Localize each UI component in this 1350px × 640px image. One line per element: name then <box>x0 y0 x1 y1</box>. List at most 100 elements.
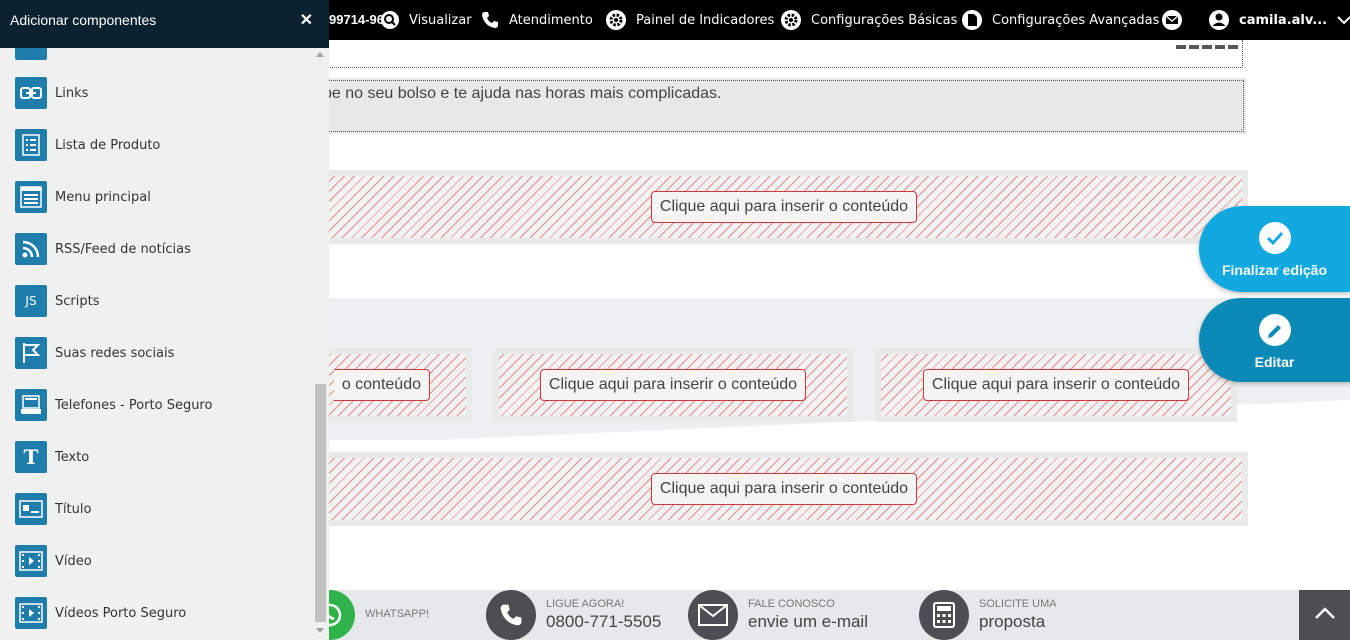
nav-visualizar[interactable]: Visualizar <box>380 0 472 40</box>
gear-icon <box>780 9 802 31</box>
link-icon <box>15 77 47 109</box>
phone-book-icon <box>15 389 47 421</box>
component-label: Telefones - Porto Seguro <box>55 397 213 413</box>
insert-content-button[interactable]: Clique aqui para inserir o conteúdo <box>539 369 807 401</box>
footer-whatsapp-title: WHATSAPP! <box>365 608 429 620</box>
chevron-down-icon <box>1337 15 1350 25</box>
user-icon <box>1208 9 1230 31</box>
placeholder-section: Clique aqui para inserir o conteúdo <box>320 452 1248 526</box>
gear-icon <box>605 9 627 31</box>
component-item-videos-porto[interactable]: Vídeos Porto Seguro <box>15 597 186 629</box>
footer-call-title: LIGUE AGORA! <box>546 598 625 610</box>
scroll-to-top-button[interactable] <box>1299 590 1350 640</box>
footer-quote-value: proposta <box>979 612 1046 631</box>
pencil-icon <box>1258 314 1291 346</box>
section-toolbar-strip <box>320 40 1243 68</box>
text-block-content: be no seu bolso e te ajuda nas horas mai… <box>322 80 1244 132</box>
component-item-text[interactable]: T Texto <box>15 441 89 473</box>
nav-label: Visualizar <box>409 12 472 28</box>
video-icon <box>15 545 47 577</box>
component-label: Menu principal <box>55 189 151 205</box>
panel-title: Adicionar componentes <box>10 12 157 28</box>
nav-label: Atendimento <box>509 12 593 28</box>
footer-quote-title: SOLICITE UMA <box>979 598 1057 610</box>
title-icon <box>15 493 47 525</box>
component-label: Vídeo <box>55 553 92 569</box>
nav-label: Painel de Indicadores <box>636 12 775 28</box>
placeholder-column: o conteúdo <box>320 348 472 422</box>
panel-scrollbar-thumb[interactable] <box>315 384 326 622</box>
insert-content-button[interactable]: Clique aqui para inserir o conteúdo <box>650 473 918 505</box>
flag-icon <box>15 337 47 369</box>
rss-icon <box>15 233 47 265</box>
nav-painel-indicadores[interactable]: Painel de Indicadores <box>605 0 774 40</box>
nav-configuracoes-basicas[interactable]: Configurações Básicas <box>780 0 957 40</box>
component-label: RSS/Feed de notícias <box>55 241 191 257</box>
text-block[interactable]: be no seu bolso e te ajuda nas horas mai… <box>320 78 1246 134</box>
component-label: Título <box>55 501 92 517</box>
placeholder-area[interactable]: Clique aqui para inserir o conteúdo <box>326 176 1242 238</box>
placeholder-area[interactable]: Clique aqui para inserir o conteúdo <box>326 458 1242 520</box>
component-list: Links Lista de Produto Menu principal RS… <box>0 48 312 640</box>
document-icon <box>961 9 983 31</box>
calculator-icon <box>919 590 969 640</box>
footer-quote[interactable]: SOLICITE UMA proposta <box>919 590 1057 640</box>
finalize-edit-button[interactable]: Finalizar edição <box>1199 206 1350 292</box>
js-icon: JS <box>15 285 47 317</box>
edit-button[interactable]: Editar <box>1199 298 1350 382</box>
component-label: Scripts <box>55 293 100 309</box>
placeholder-area[interactable]: Clique aqui para inserir o conteúdo <box>881 354 1231 416</box>
insert-content-button[interactable]: Clique aqui para inserir o conteúdo <box>922 369 1190 401</box>
scroll-up-arrow-icon[interactable] <box>316 52 324 57</box>
nav-label: Configurações Avançadas <box>992 12 1160 28</box>
component-item-title[interactable]: Título <box>15 493 91 525</box>
placeholder-column: Clique aqui para inserir o conteúdo <box>875 348 1237 422</box>
nav-atendimento[interactable]: Atendimento <box>480 0 593 40</box>
footer-call[interactable]: LIGUE AGORA! 0800-771-5505 <box>486 590 661 640</box>
panel-header: Adicionar componentes ✕ <box>0 0 329 48</box>
user-menu[interactable]: camila.alv... <box>1208 0 1350 40</box>
component-item-product-list[interactable]: Lista de Produto <box>15 129 160 161</box>
component-item-phones[interactable]: Telefones - Porto Seguro <box>15 389 212 421</box>
video-icon <box>15 597 47 629</box>
chevron-up-icon <box>1314 606 1336 625</box>
scroll-down-arrow-icon[interactable] <box>316 628 324 633</box>
component-item-social[interactable]: Suas redes sociais <box>15 337 174 369</box>
component-label: Links <box>55 85 89 101</box>
insert-content-button[interactable]: Clique aqui para inserir o conteúdo <box>650 191 918 223</box>
component-icon <box>15 48 47 60</box>
close-icon[interactable]: ✕ <box>300 10 313 30</box>
add-components-panel: Adicionar componentes ✕ Links Lista de P… <box>0 0 329 640</box>
phone-icon <box>486 590 536 640</box>
footer-call-value: 0800-771-5505 <box>546 612 662 631</box>
phone-icon <box>480 10 500 30</box>
component-item-main-menu[interactable]: Menu principal <box>15 181 151 213</box>
list-icon <box>15 129 47 161</box>
placeholder-column: Clique aqui para inserir o conteúdo <box>493 348 853 422</box>
section-handle-dashes[interactable] <box>1176 45 1238 49</box>
placeholder-area[interactable]: o conteúdo <box>326 354 466 416</box>
component-item-video[interactable]: Vídeo <box>15 545 92 577</box>
nav-mail[interactable] <box>1161 0 1192 40</box>
footer-contact[interactable]: FALE CONOSCO envie um e-mail <box>688 590 868 640</box>
component-item-hidden[interactable] <box>15 48 55 60</box>
component-label: Lista de Produto <box>55 137 161 153</box>
text-icon: T <box>15 441 47 473</box>
footer-contact-title: FALE CONOSCO <box>748 598 835 610</box>
component-item-scripts[interactable]: JS Scripts <box>15 285 99 317</box>
nav-configuracoes-avancadas[interactable]: Configurações Avançadas <box>961 0 1159 40</box>
footer-contact-value: envie um e-mail <box>748 612 868 631</box>
placeholder-section: Clique aqui para inserir o conteúdo <box>320 170 1248 244</box>
finalize-edit-label: Finalizar edição <box>1221 262 1328 278</box>
check-icon <box>1258 222 1291 254</box>
nav-label: Configurações Básicas <box>811 12 958 28</box>
component-item-links[interactable]: Links <box>15 77 88 109</box>
mail-icon <box>1161 9 1183 31</box>
phone-number-fragment: 99714-96 <box>329 12 384 27</box>
placeholder-area[interactable]: Clique aqui para inserir o conteúdo <box>499 354 847 416</box>
user-name: camila.alv... <box>1239 12 1328 28</box>
menu-icon <box>15 181 47 213</box>
search-icon <box>380 10 400 30</box>
component-item-rss[interactable]: RSS/Feed de notícias <box>15 233 191 265</box>
insert-content-button[interactable]: o conteúdo <box>333 369 430 401</box>
